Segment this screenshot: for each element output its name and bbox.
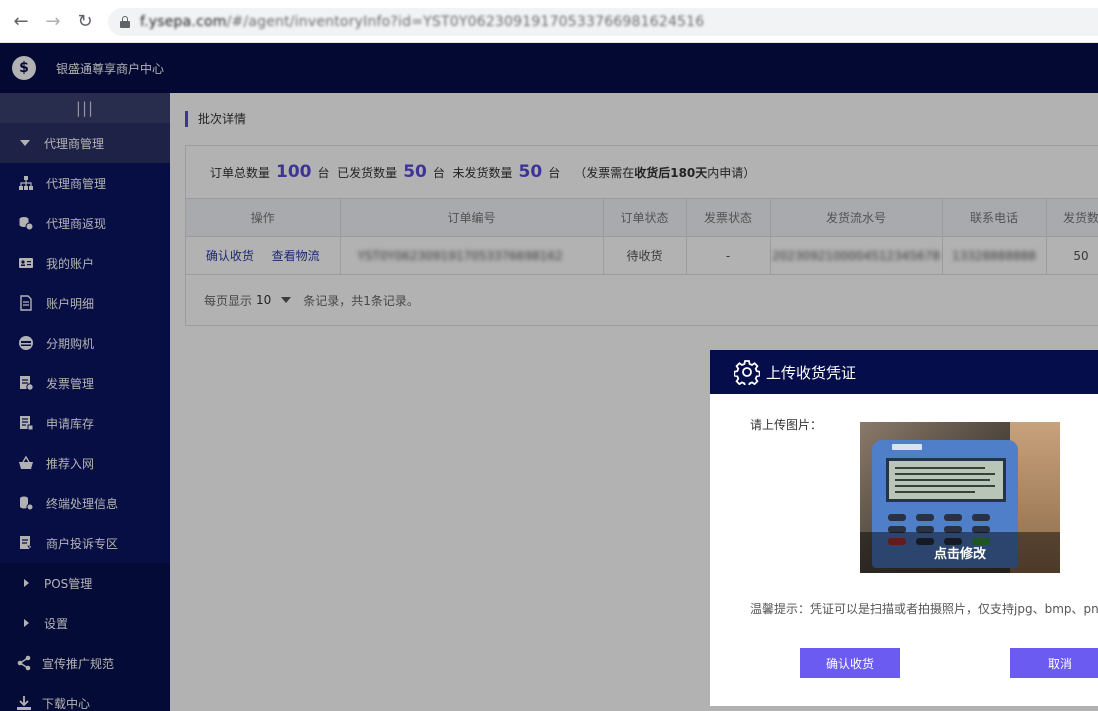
url-path: /#/agent/inventoryInfo?id=YST0Y062309191…: [226, 14, 705, 30]
upload-label: 请上传图片：: [750, 418, 823, 432]
lock-icon: [120, 16, 130, 28]
forward-arrow-icon[interactable]: →: [42, 10, 64, 32]
dialog-title: 上传收货凭证: [766, 363, 857, 382]
url-text: f.ysepa.com/#/agent/inventoryInfo?id=YST…: [140, 14, 704, 30]
change-photo-caption[interactable]: 点击修改: [860, 532, 1060, 573]
upload-hint: 温馨提示：凭证可以是扫描或者拍摄照片，仅支持jpg、bmp、pn: [750, 602, 1098, 616]
reload-icon[interactable]: ↻: [74, 10, 96, 32]
browser-toolbar: ← → ↻ f.ysepa.com/#/agent/inventoryInfo?…: [0, 0, 1098, 43]
url-host: f.ysepa.com: [140, 14, 227, 30]
gear-icon: [734, 360, 760, 385]
upload-receipt-dialog: 上传收货凭证 请上传图片： 点击修改 温馨提示：凭证可以是扫描或者拍摄照片，仅支…: [710, 350, 1098, 706]
uploaded-receipt-photo[interactable]: 点击修改: [860, 422, 1060, 573]
cancel-button[interactable]: 取消: [1010, 648, 1098, 678]
back-arrow-icon[interactable]: ←: [10, 10, 32, 32]
confirm-receipt-button[interactable]: 确认收货: [800, 648, 900, 678]
address-bar[interactable]: f.ysepa.com/#/agent/inventoryInfo?id=YST…: [108, 8, 1098, 36]
dialog-header: 上传收货凭证: [710, 350, 1098, 394]
